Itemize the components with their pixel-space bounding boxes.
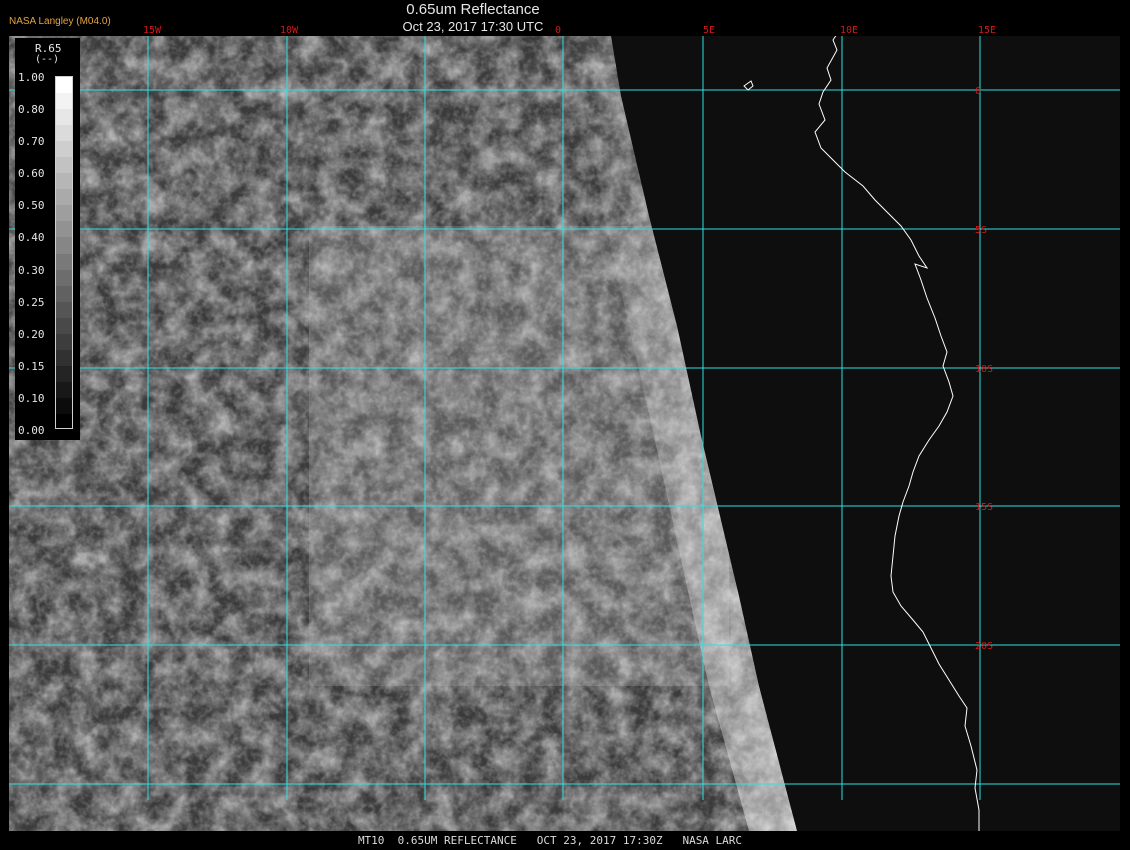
colorbar-step [56,413,72,428]
longitude-label: 15W [143,25,162,36]
colorbar-step [56,365,72,383]
colorbar-step [56,237,72,255]
longitude-label-strip: 15W 10W 0 5E 10E 15E [143,25,996,36]
legend-tick-label: 0.15 [18,359,45,373]
colorbar-step [56,349,72,367]
legend-tick-label: 0.60 [18,167,45,181]
latitude-label: 20S [975,641,993,652]
colorbar-step [56,109,72,127]
colorbar-step [56,141,72,159]
footer-caption: MT10 0.65UM REFLECTANCE OCT 23, 2017 17:… [0,831,1130,850]
colorbar-step [56,93,72,111]
legend-tick-label: 0.70 [18,135,45,149]
colorbar-step [56,317,72,335]
latitude-label: 0 [975,86,981,97]
latitude-label: 15S [975,502,993,513]
colorbar-step [56,397,72,415]
longitude-label: 10E [840,25,858,36]
satellite-map[interactable]: 0 5S 10S 15S 20S [9,36,1120,831]
legend-tick-label: 0.00 [18,424,45,437]
colorbar-step [56,269,72,287]
colorbar-step [56,157,72,175]
colorbar-step [56,125,72,143]
legend-tick-label: 0.25 [18,295,45,309]
longitude-label: 0 [555,25,561,36]
legend-unit: (--) [35,54,60,65]
legend-tick-label: 0.20 [18,327,45,341]
latitude-label: 10S [975,364,993,375]
legend-tick-label: 0.40 [18,231,45,245]
colorbar-step [56,173,72,191]
colorbar-step [56,285,72,303]
latitude-label: 5S [975,225,987,236]
legend-tick-label: 1.00 [18,71,45,84]
colorbar-step [56,253,72,271]
colorbar-step [56,333,72,351]
header: NASA Langley (M04.0) 0.65um Reflectance … [0,0,1130,36]
colorbar-step [56,205,72,223]
colorbar-legend: R.65 (--) 1.00 0.80 0.70 0.60 0.50 0.40 0.30 0.… [15,38,80,440]
colorbar-step [56,381,72,399]
legend-tick-label: 0.10 [18,391,45,405]
longitude-label: 5E [703,25,715,36]
legend-tick-label: 0.80 [18,103,45,117]
colorbar [55,76,73,429]
colorbar-step [56,301,72,319]
legend-tick-label: 0.30 [18,263,45,277]
colorbar-step [56,189,72,207]
colorbar-step [56,221,72,239]
longitude-label: 15E [978,25,996,36]
longitude-label: 10W [280,25,299,36]
colorbar-step [56,77,72,94]
legend-tick-label: 0.50 [18,199,45,213]
